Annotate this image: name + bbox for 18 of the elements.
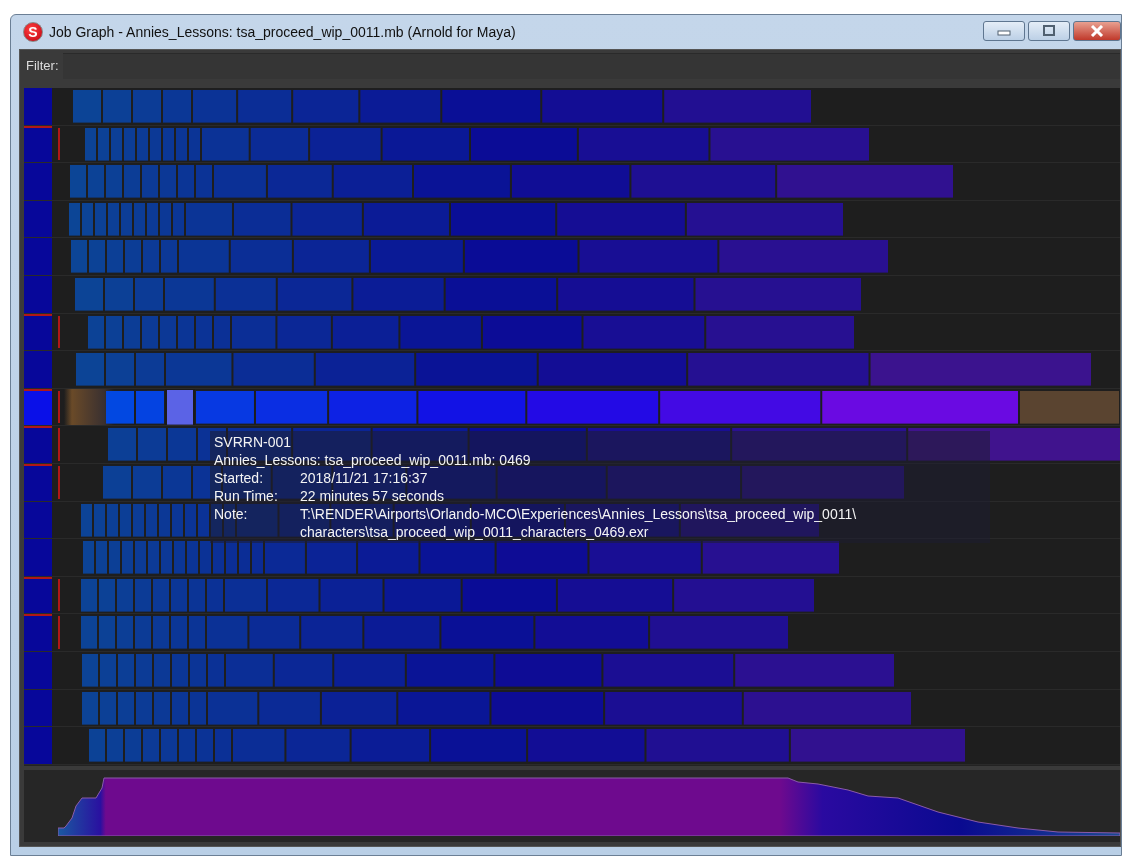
tooltip-value: characters\tsa_proceed_wip_0011_characters_0469.exr (300, 523, 650, 541)
minimize-button[interactable] (983, 21, 1025, 41)
filter-label: Filter: (26, 57, 59, 76)
tooltip-label: Run Time: (214, 487, 279, 505)
tooltip-value: T:\RENDER\Airports\Orlando-MCO\Experiences\Annies_Lessons\tsa_proceed_wip_0011\ (300, 505, 858, 523)
filter-field[interactable] (62, 53, 1120, 79)
tooltip-value: 2018/11/21 17:16:37 (300, 469, 429, 487)
window-title: Job Graph - Annies_Lessons: tsa_proceed_wip_0011.mb (Arnold for Maya) (49, 22, 516, 42)
close-icon (1088, 25, 1106, 37)
close-button[interactable] (1073, 21, 1121, 41)
tooltip-label: Started: (214, 469, 265, 487)
tooltip-job: Annies_Lessons: tsa_proceed_wip_0011.mb: 0469 (214, 451, 532, 469)
maximize-button[interactable] (1028, 21, 1070, 41)
app-logo: S (23, 22, 43, 42)
tooltip-value: 22 minutes 57 seconds (300, 487, 445, 505)
maximize-icon (1040, 25, 1058, 37)
tooltip-label: Note: (214, 505, 249, 523)
tooltip-host: SVRRN-001 (214, 433, 293, 451)
